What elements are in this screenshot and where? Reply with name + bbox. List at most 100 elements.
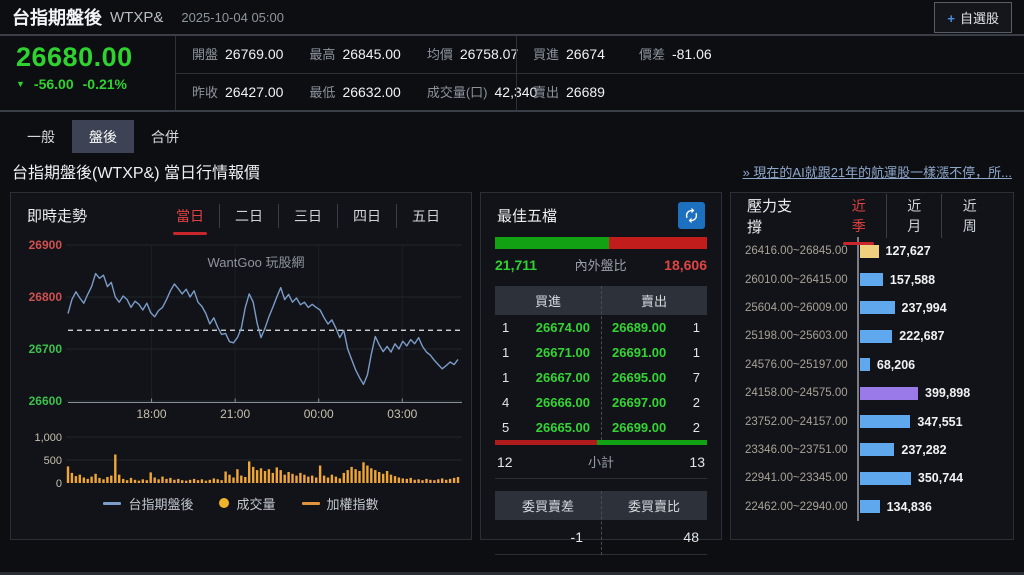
subtotal-label: 小計 bbox=[587, 455, 614, 470]
depth-panel-header: 最佳五檔 bbox=[481, 193, 721, 231]
legend-label: 加權指數 bbox=[326, 496, 379, 512]
pressure-bar bbox=[860, 443, 895, 457]
quote-strip: 26680.00 ▼ -56.00 -0.21% 開盤 26769.00 最高 268… bbox=[0, 36, 1024, 112]
quote-row-main: 昨收 26427.00 最低 26632.00 成交量(口) 42,340 bbox=[176, 82, 537, 102]
pressure-bar-cell: 157,588 bbox=[857, 265, 1001, 294]
svg-text:26900: 26900 bbox=[29, 238, 63, 252]
pressure-bar-cell: 237,994 bbox=[857, 293, 1001, 323]
quote-stat-label: 均價 bbox=[426, 47, 453, 63]
quote-stat-label: 最高 bbox=[309, 47, 336, 63]
svg-text:03:00: 03:00 bbox=[387, 407, 417, 421]
buy-price: 26674.00 bbox=[535, 320, 590, 335]
pressure-row: 25198.00~25603.00 222,687 bbox=[745, 322, 1001, 351]
price-block: 26680.00 ▼ -56.00 -0.21% bbox=[0, 36, 175, 110]
pressure-row: 24576.00~25197.00 68,206 bbox=[745, 350, 1001, 379]
topbar: 台指期盤後 WTXP& 2025-10-04 05:00 + 自選股 bbox=[0, 0, 1024, 36]
pressure-row: 22462.00~22940.00 134,836 bbox=[745, 492, 1001, 521]
pressure-bar-cell: 68,206 bbox=[857, 350, 1001, 379]
pressure-row: 24158.00~24575.00 399,898 bbox=[745, 378, 1001, 408]
quote-stats: 開盤 26769.00 最高 26845.00 均價 26758.07 買進 26674 價差 -… bbox=[175, 36, 1024, 110]
quote-stat-value: 26427.00 bbox=[225, 83, 284, 100]
inner-outer-ratio-bar bbox=[495, 237, 707, 249]
nav-tab-合併[interactable]: 合併 bbox=[134, 120, 196, 153]
bid-ask-diff-header: 委買賣差 bbox=[495, 491, 601, 520]
legend-line-icon bbox=[103, 501, 122, 505]
svg-text:26700: 26700 bbox=[29, 342, 63, 356]
price-range-label: 23346.00~23751.00 bbox=[745, 443, 848, 456]
svg-text:WantGoo 玩股網: WantGoo 玩股網 bbox=[207, 255, 304, 270]
trend-tab-當日[interactable]: 當日 bbox=[161, 204, 219, 235]
trend-tab-四日[interactable]: 四日 bbox=[337, 203, 396, 228]
pressure-value: 134,836 bbox=[886, 499, 932, 514]
order-stats: 委買賣差 委買賣比 -1 48 bbox=[495, 491, 707, 555]
pressure-bar bbox=[860, 471, 911, 485]
nav-tab-盤後[interactable]: 盤後 bbox=[72, 120, 134, 153]
order-stats-divider bbox=[601, 491, 602, 555]
depth-panel-title: 最佳五檔 bbox=[497, 208, 558, 225]
instrument-title: 台指期盤後 bbox=[12, 8, 102, 28]
price-range-label: 24576.00~25197.00 bbox=[745, 358, 848, 371]
pressure-bar-cell: 347,551 bbox=[857, 407, 1001, 436]
price-range-label: 25604.00~26009.00 bbox=[745, 301, 848, 314]
subtotal-row: 12 小計 13 bbox=[495, 445, 707, 479]
quote-stat: 開盤 26769.00 bbox=[192, 44, 283, 64]
outer-volume: 18,606 bbox=[664, 256, 707, 273]
trend-tab-五日[interactable]: 五日 bbox=[396, 203, 455, 228]
add-watchlist-button[interactable]: + 自選股 bbox=[934, 1, 1012, 33]
trend-tab-三日[interactable]: 三日 bbox=[278, 203, 337, 228]
chart-legend: 台指期盤後 成交量 加權指數 bbox=[11, 489, 471, 517]
pressure-tab-近周[interactable]: 近周 bbox=[941, 193, 997, 238]
svg-text:18:00: 18:00 bbox=[137, 407, 167, 421]
legend-item: 成交量 bbox=[219, 494, 276, 513]
pressure-bar bbox=[860, 500, 880, 514]
quote-stat-label: 昨收 bbox=[192, 84, 219, 100]
legend-line-icon bbox=[301, 501, 320, 505]
sell-column-header: 賣出 bbox=[601, 286, 707, 315]
plus-icon: + bbox=[947, 10, 955, 26]
trend-period-tabs: 當日 二日 三日 四日 五日 bbox=[161, 203, 455, 235]
quote-stat-value: 26758.07 bbox=[459, 46, 519, 63]
subtotal-buy: 12 bbox=[497, 453, 513, 470]
pressure-bar-cell: 134,836 bbox=[857, 492, 1001, 521]
buy-price: 26671.00 bbox=[535, 345, 590, 360]
section-header: 台指期盤後(WTXP&) 當日行情報價 » 現在的AI就跟21年的航運股一樣漲不… bbox=[0, 153, 1024, 189]
quote-stat-label: 成交量(口) bbox=[426, 84, 488, 100]
trend-tab-二日[interactable]: 二日 bbox=[219, 203, 278, 228]
section-title: 台指期盤後(WTXP&) 當日行情報價 bbox=[12, 165, 260, 182]
price-range-label: 26010.00~26415.00 bbox=[745, 273, 848, 286]
subtotal-sell: 13 bbox=[689, 453, 705, 470]
bid-ask-ratio-value: 48 bbox=[683, 529, 699, 545]
svg-text:26800: 26800 bbox=[29, 290, 63, 304]
bid-ask-ratio-header: 委買賣比 bbox=[601, 491, 707, 520]
depth-table: 買進 賣出 1 26674.00 26689.00 1 1 26671.00 26691.0… bbox=[495, 286, 707, 440]
ratio-numbers: 21,711 內外盤比 18,606 bbox=[481, 249, 721, 274]
pressure-bar-cell: 222,687 bbox=[857, 322, 1001, 351]
pressure-value: 127,627 bbox=[885, 244, 931, 259]
pressure-period-tabs: 近季 近月 近周 bbox=[831, 193, 997, 245]
buy-column-header: 買進 bbox=[495, 286, 601, 315]
quote-stat-value: 26689 bbox=[566, 83, 605, 100]
quote-stat-label: 賣出 bbox=[533, 84, 560, 100]
pressure-value: 237,282 bbox=[901, 442, 947, 457]
watchlist-label: 自選股 bbox=[959, 10, 999, 26]
sell-price: 26691.00 bbox=[612, 345, 667, 360]
subtotal-ratio-bar bbox=[495, 440, 707, 445]
pressure-value: 68,206 bbox=[876, 357, 916, 372]
pressure-bar bbox=[860, 386, 918, 400]
quote-row-side: 賣出 26689 bbox=[516, 73, 1024, 110]
quote-row: 開盤 26769.00 最高 26845.00 均價 26758.07 買進 26674 價差 -… bbox=[176, 36, 1024, 73]
pressure-bar-cell: 350,744 bbox=[857, 464, 1001, 493]
nav-tab-一般[interactable]: 一般 bbox=[10, 120, 72, 153]
pressure-tab-近月[interactable]: 近月 bbox=[885, 193, 942, 238]
news-link[interactable]: » 現在的AI就跟21年的航運股一樣漲不停，所... bbox=[743, 162, 1012, 181]
quote-stat-value: -81.06 bbox=[671, 46, 712, 63]
instrument-symbol: WTXP& bbox=[110, 8, 164, 26]
price-range-label: 25198.00~25603.00 bbox=[745, 330, 848, 343]
price-range-label: 26416.00~26845.00 bbox=[745, 245, 848, 258]
price-range-label: 22941.00~23345.00 bbox=[745, 472, 848, 485]
refresh-button[interactable] bbox=[678, 202, 705, 229]
pressure-panel: 壓力支撐 近季 近月 近周 26416.00~26845.00 127,627 2601… bbox=[730, 192, 1014, 540]
subtotal-buy-segment bbox=[495, 440, 597, 445]
pressure-tab-近季[interactable]: 近季 bbox=[831, 194, 886, 245]
last-price: 26680.00 bbox=[16, 42, 133, 72]
